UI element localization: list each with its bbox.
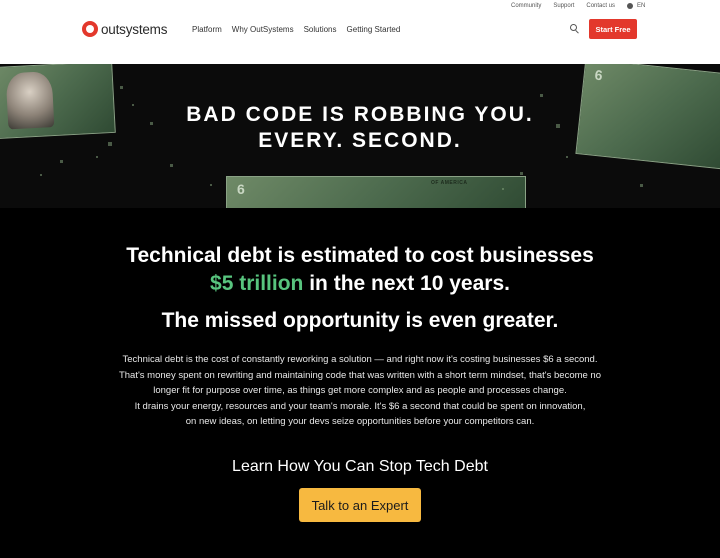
paragraph-line: Technical debt is the cost of constantly… — [122, 354, 598, 365]
nav-item-solutions[interactable]: Solutions — [304, 25, 337, 34]
body-paragraph: Technical debt is the cost of constantly… — [80, 352, 640, 430]
main-content: Technical debt is estimated to cost busi… — [0, 208, 720, 558]
bill-print-text: OF AMERICA — [431, 180, 468, 186]
main-nav: Platform Why OutSystems Solutions Gettin… — [192, 25, 410, 34]
utility-link-contact[interactable]: Contact us — [586, 3, 615, 9]
hero-title-line-2: EVERY. SECOND. — [258, 129, 462, 152]
utility-link-community[interactable]: Community — [511, 3, 541, 9]
search-icon[interactable] — [570, 24, 580, 34]
hero-banner: 6 6 OF AMERICA BAD CODE IS ROBBING YOU. … — [0, 64, 720, 208]
subheadline: The missed opportunity is even greater. — [161, 309, 559, 332]
logo-text: outsystems — [101, 21, 168, 37]
globe-icon — [627, 3, 634, 9]
dollar-bill-image: 6 OF AMERICA — [226, 176, 526, 208]
paragraph-line: That's money spent on rewriting and main… — [118, 369, 602, 381]
headline-line-2: $5 trillion in the next 10 years. — [0, 272, 720, 296]
talk-to-expert-button[interactable]: Talk to an Expert — [299, 488, 421, 522]
nav-item-getting-started[interactable]: Getting Started — [347, 25, 401, 34]
logo[interactable]: outsystems — [82, 21, 167, 37]
hero-title-line-1: BAD CODE IS ROBBING YOU. — [186, 103, 534, 126]
utility-link-support[interactable]: Support — [553, 3, 574, 9]
nav-item-why-outsystems[interactable]: Why OutSystems — [232, 25, 294, 34]
paragraph-line: on new ideas, on letting your devs seize… — [185, 416, 535, 427]
start-free-button[interactable]: Start Free — [589, 19, 637, 39]
language-selector[interactable]: EN — [637, 3, 645, 9]
bill-seal: 6 — [237, 181, 245, 197]
utility-nav: Community Support Contact us EN — [511, 3, 645, 9]
paragraph-line: longer fit for purpose over time, as thi… — [153, 385, 567, 396]
headline-line-2-rest: in the next 10 years. — [303, 272, 510, 295]
headline-highlight: $5 trillion — [210, 272, 304, 295]
cta-heading: Learn How You Can Stop Tech Debt — [232, 458, 488, 475]
paragraph-line: It drains your energy, resources and you… — [134, 400, 586, 412]
hero-title: BAD CODE IS ROBBING YOU. EVERY. SECOND. — [0, 102, 720, 154]
bill-seal: 6 — [593, 66, 604, 84]
headline-line-1: Technical debt is estimated to cost busi… — [126, 244, 594, 267]
nav-item-platform[interactable]: Platform — [192, 25, 222, 34]
logo-mark-icon — [82, 21, 98, 37]
site-header: Community Support Contact us EN outsyste… — [0, 0, 720, 64]
